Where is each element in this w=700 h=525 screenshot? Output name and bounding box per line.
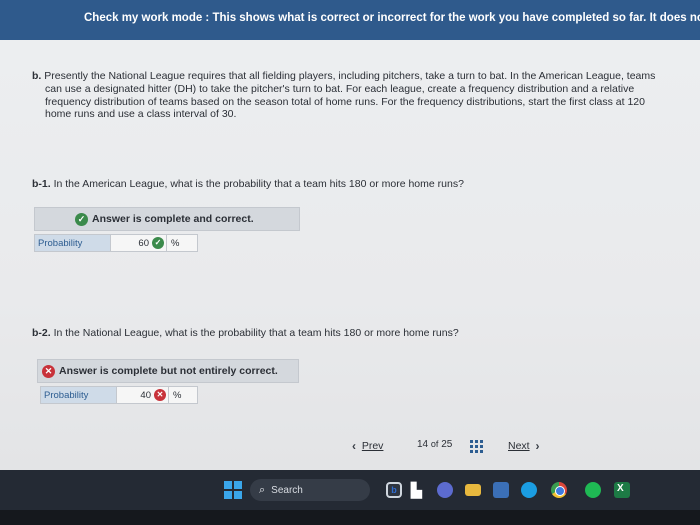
question-b: b. Presently the National League require… [32,70,696,121]
windows-start-icon[interactable] [224,481,242,499]
chevron-left-icon: ‹ [352,439,356,453]
grid-view-icon[interactable] [470,440,483,453]
question-b1-text: In the American League, what is the prob… [50,178,464,190]
edge-icon[interactable] [521,482,537,498]
probability-value: 40 [140,389,151,401]
x-circle-icon: ✕ [154,389,166,401]
question-b-line3: frequency distribution of teams based on… [45,95,645,108]
question-b-line1: Presently the National League requires t… [41,70,656,82]
question-b-line2: can use a designated hitter (DH) to take… [45,82,635,95]
answer-label: Probability [41,387,117,403]
prev-button[interactable]: ‹ Prev [352,439,383,453]
page-of: of [430,439,439,449]
excel-icon[interactable] [614,482,630,498]
windows-taskbar: ⌕ Search b ▙ [0,470,700,510]
prev-label: Prev [361,440,384,452]
probability-input-b2[interactable]: 40 ✕ [117,387,169,403]
result-status-partial: ✕ Answer is complete but not entirely co… [37,359,299,383]
bing-icon[interactable]: b [386,482,402,498]
question-b2-text: In the National League, what is the prob… [50,327,459,339]
answer-row-b2: Probability 40 ✕ % [40,386,198,404]
check-circle-icon: ✓ [75,212,88,226]
percent-unit: % [167,235,197,251]
current-page: 14 [417,439,429,450]
taskbar-search[interactable]: ⌕ Search [250,479,370,501]
question-b-line4: home runs and use a class interval of 30… [45,108,237,121]
question-b1: b-1. In the American League, what is the… [32,178,464,190]
probability-value: 60 [138,237,149,249]
result-status-text: Answer is complete and correct. [92,213,254,225]
check-my-work-banner: Check my work mode : This shows what is … [0,0,700,40]
percent-unit: % [169,387,197,403]
question-b2: b-2. In the National League, what is the… [32,327,459,339]
search-label: Search [271,484,303,496]
banner-text: Check my work mode : This shows what is … [84,12,700,24]
check-circle-icon: ✓ [152,237,164,249]
chrome-icon[interactable] [551,482,567,498]
chevron-right-icon: › [535,439,540,453]
next-button[interactable]: Next › [508,439,539,453]
answer-label: Probability [35,235,111,251]
question-b1-label: b-1. [32,178,51,190]
screen-bezel [0,510,700,525]
total-pages: 25 [441,439,453,450]
chat-icon[interactable] [437,482,453,498]
next-label: Next [508,440,530,452]
question-b2-label: b-2. [32,327,51,339]
spotify-icon[interactable] [585,482,601,498]
file-explorer-icon[interactable] [465,484,481,496]
page-counter: 14 of 25 [417,439,452,450]
question-b-label: b. [32,70,42,82]
x-circle-icon: ✕ [42,364,55,378]
mail-icon[interactable] [493,482,509,498]
task-view-icon[interactable]: ▙ [411,482,423,498]
answer-row-b1: Probability 60 ✓ % [34,234,198,252]
result-status-text: Answer is complete but not entirely corr… [59,365,278,377]
probability-input-b1[interactable]: 60 ✓ [111,235,167,251]
search-icon: ⌕ [259,483,266,496]
result-status-correct: ✓ Answer is complete and correct. [34,207,300,231]
